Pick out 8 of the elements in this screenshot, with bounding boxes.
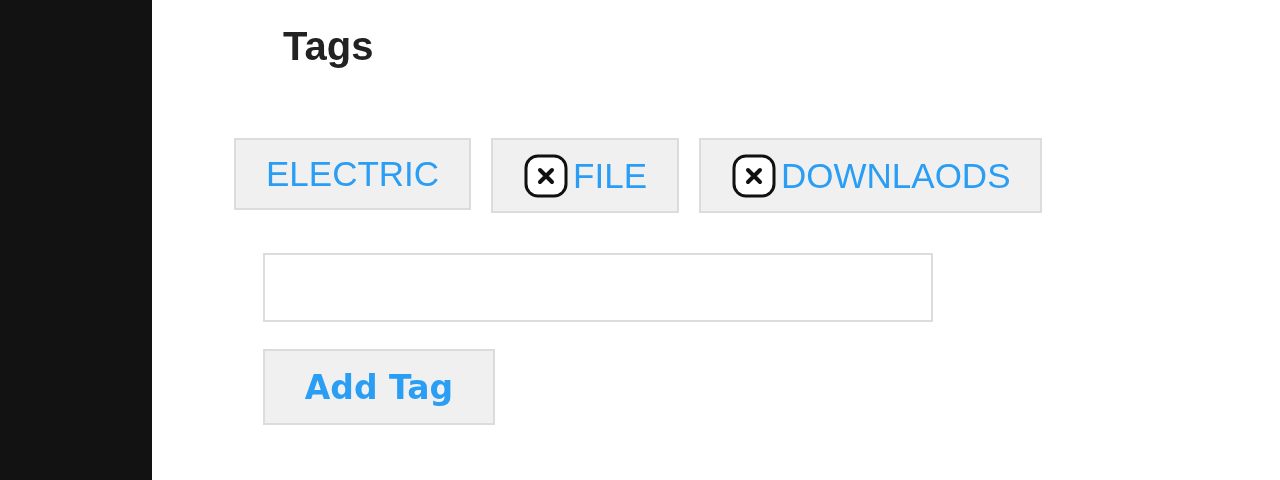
tag-chip[interactable]: FILE [491,138,679,213]
tag-input-field[interactable] [263,253,933,322]
remove-icon[interactable] [731,152,777,199]
tag-chip[interactable]: DOWNLAODS [699,138,1043,213]
remove-icon[interactable] [523,152,570,199]
add-tag-button[interactable]: Add Tag [263,349,495,425]
tag-chip[interactable]: ELECTRIC [234,138,472,210]
section-title: Tags [283,23,375,70]
